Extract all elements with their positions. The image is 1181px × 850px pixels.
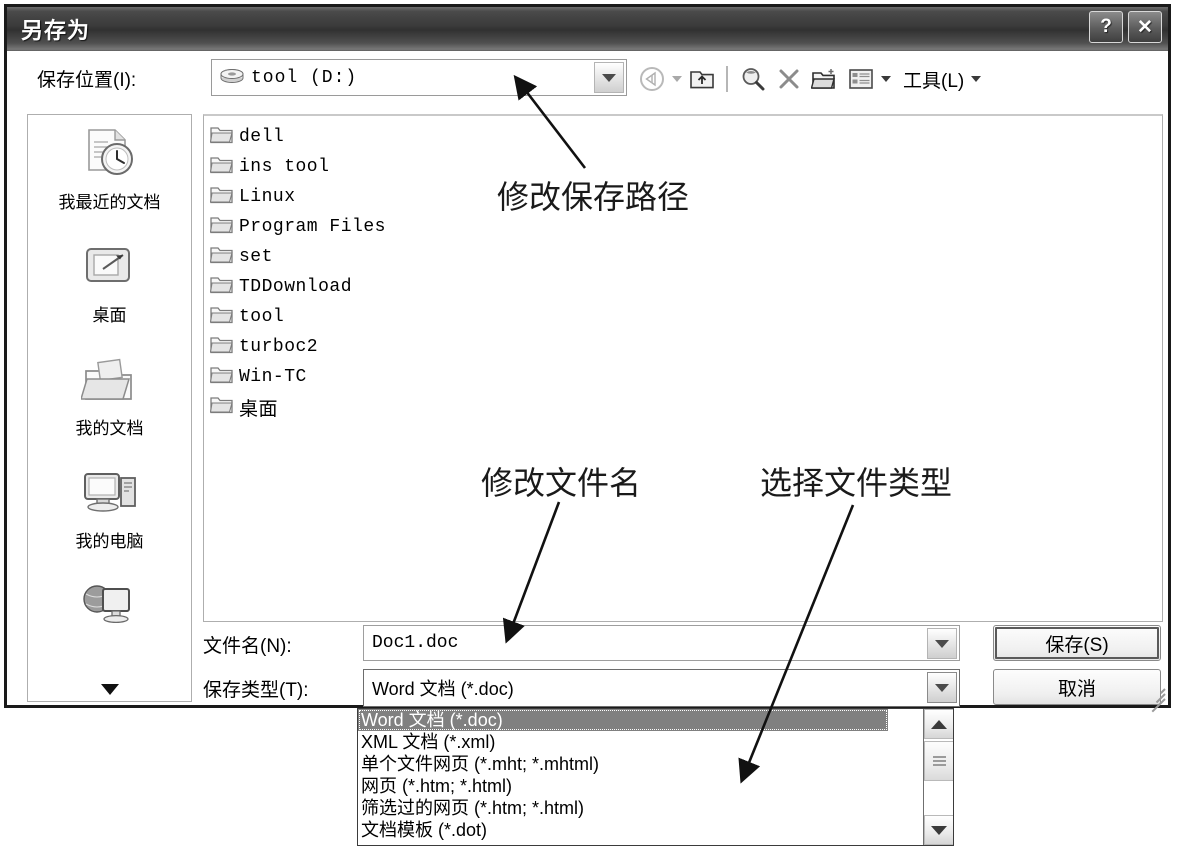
chevron-down-icon <box>935 639 949 648</box>
place-label: 我最近的文档 <box>58 193 161 212</box>
place-item-recent-documents[interactable]: 我最近的文档 <box>28 115 191 228</box>
folder-icon <box>209 185 233 209</box>
title-bar[interactable]: 另存为 ? ✕ <box>7 7 1168 51</box>
chevron-down-icon <box>935 683 949 692</box>
file-name: set <box>239 247 273 267</box>
place-label: 我的电脑 <box>75 532 144 551</box>
my-computer-icon <box>81 462 139 524</box>
list-item[interactable]: 桌面 <box>209 392 1162 422</box>
grip-icon <box>932 754 946 768</box>
file-name-dropdown-arrow[interactable] <box>927 628 957 659</box>
file-name: turboc2 <box>239 337 319 357</box>
chevron-down-icon <box>931 825 947 835</box>
drive-icon <box>220 67 244 89</box>
tools-menu-button[interactable]: 工具(L) <box>903 66 982 93</box>
folder-icon <box>209 125 233 149</box>
new-folder-icon[interactable] <box>808 63 841 96</box>
recent-documents-icon <box>81 123 139 185</box>
chevron-down-icon <box>602 73 616 82</box>
file-type-label: 保存类型(T): <box>203 680 309 701</box>
file-name: 桌面 <box>239 398 279 420</box>
save-button[interactable]: 保存(S) <box>993 625 1161 661</box>
list-item[interactable]: turboc2 <box>209 332 1162 362</box>
scroll-down-button[interactable] <box>924 815 953 845</box>
annotation-modify-save-path: 修改保存路径 <box>497 178 690 216</box>
dropdown-option[interactable]: 筛选过的网页 (*.htm; *.html) <box>358 797 953 819</box>
dialog-toolbar: 工具(L) <box>635 61 982 97</box>
save-in-combobox[interactable]: tool (D:) <box>211 59 627 96</box>
list-item[interactable]: Win-TC <box>209 362 1162 392</box>
dropdown-option[interactable]: 单个文件网页 (*.mht; *.mhtml) <box>358 753 953 775</box>
chevron-up-icon <box>931 719 947 729</box>
file-type-value: Word 文档 (*.doc) <box>372 679 514 699</box>
place-item-my-computer[interactable]: 我的电脑 <box>28 454 191 567</box>
toolbar-separator <box>726 66 728 92</box>
save-in-path-text: tool (D:) <box>251 67 358 88</box>
place-item-desktop[interactable]: 桌面 <box>28 228 191 341</box>
window-title: 另存为 <box>21 18 91 43</box>
place-label: 桌面 <box>92 306 127 325</box>
help-button[interactable]: ? <box>1089 11 1123 43</box>
list-item[interactable]: set <box>209 242 1162 272</box>
folder-icon <box>209 365 233 389</box>
folder-icon <box>209 395 233 419</box>
my-documents-icon <box>80 349 139 411</box>
views-icon[interactable] <box>844 63 877 96</box>
tools-menu-label: 工具(L) <box>903 70 965 92</box>
folder-icon <box>209 245 233 269</box>
back-icon[interactable] <box>635 63 668 96</box>
dropdown-option[interactable]: 文档模板 (*.dot) <box>358 819 953 841</box>
file-name: Program Files <box>239 217 386 237</box>
file-name: TDDownload <box>239 277 353 297</box>
scroll-up-button[interactable] <box>924 709 953 739</box>
views-dropdown-icon[interactable] <box>881 76 891 82</box>
dropdown-option[interactable]: XML 文档 (*.xml) <box>358 731 953 753</box>
toolbar-row: 保存位置(I): tool (D:) 工具(L) <box>7 51 1168 106</box>
file-name: Linux <box>239 187 296 207</box>
place-label: 我的文档 <box>75 419 144 438</box>
list-item[interactable]: TDDownload <box>209 272 1162 302</box>
file-name-value: Doc1.doc <box>372 633 459 653</box>
back-dropdown-icon[interactable] <box>672 76 682 82</box>
my-network-places-icon <box>81 575 139 637</box>
folder-icon <box>209 305 233 329</box>
save-in-label: 保存位置(I): <box>37 70 137 91</box>
folder-icon <box>209 215 233 239</box>
folder-icon <box>209 275 233 299</box>
file-name-input[interactable]: Doc1.doc <box>363 625 960 661</box>
save-in-dropdown-arrow[interactable] <box>594 62 624 93</box>
file-type-dropdown-arrow[interactable] <box>927 672 957 703</box>
cancel-button[interactable]: 取消 <box>993 669 1161 705</box>
save-as-dialog: 另存为 ? ✕ 保存位置(I): tool (D:) 工具(L) 我最近的文档 … <box>4 4 1171 713</box>
scrollbar-thumb[interactable] <box>924 741 953 781</box>
annotation-select-file-type: 选择文件类型 <box>760 464 953 502</box>
file-name: tool <box>239 307 285 327</box>
folder-icon <box>209 155 233 179</box>
file-name: dell <box>239 127 285 147</box>
tools-dropdown-icon <box>971 76 982 82</box>
list-item[interactable]: tool <box>209 302 1162 332</box>
delete-icon[interactable] <box>772 63 805 96</box>
dropdown-option[interactable]: 网页 (*.htm; *.html) <box>358 775 953 797</box>
file-type-combobox[interactable]: Word 文档 (*.doc) <box>363 669 960 707</box>
file-type-dropdown-list[interactable]: Word 文档 (*.doc) XML 文档 (*.xml) 单个文件网页 (*… <box>357 708 954 846</box>
place-item-my-documents[interactable]: 我的文档 <box>28 341 191 454</box>
list-item[interactable]: dell <box>209 122 1162 152</box>
file-name-label: 文件名(N): <box>203 636 292 657</box>
title-bar-buttons: ? ✕ <box>1089 11 1162 43</box>
file-name: ins tool <box>239 157 330 177</box>
close-button[interactable]: ✕ <box>1128 11 1162 43</box>
file-name: Win-TC <box>239 367 307 387</box>
annotation-modify-file-name: 修改文件名 <box>481 464 642 502</box>
places-scroll-down-icon[interactable] <box>100 684 119 695</box>
dropdown-scrollbar[interactable] <box>923 709 953 845</box>
desktop-icon <box>81 236 139 298</box>
folder-icon <box>209 335 233 359</box>
search-icon[interactable] <box>736 63 769 96</box>
place-item-network[interactable] <box>28 567 191 680</box>
dropdown-option[interactable]: Word 文档 (*.doc) <box>358 709 888 731</box>
up-folder-icon[interactable] <box>685 63 718 96</box>
places-bar: 我最近的文档 桌面 我的文档 我的电脑 <box>27 114 192 702</box>
resize-grip[interactable] <box>1145 682 1166 713</box>
